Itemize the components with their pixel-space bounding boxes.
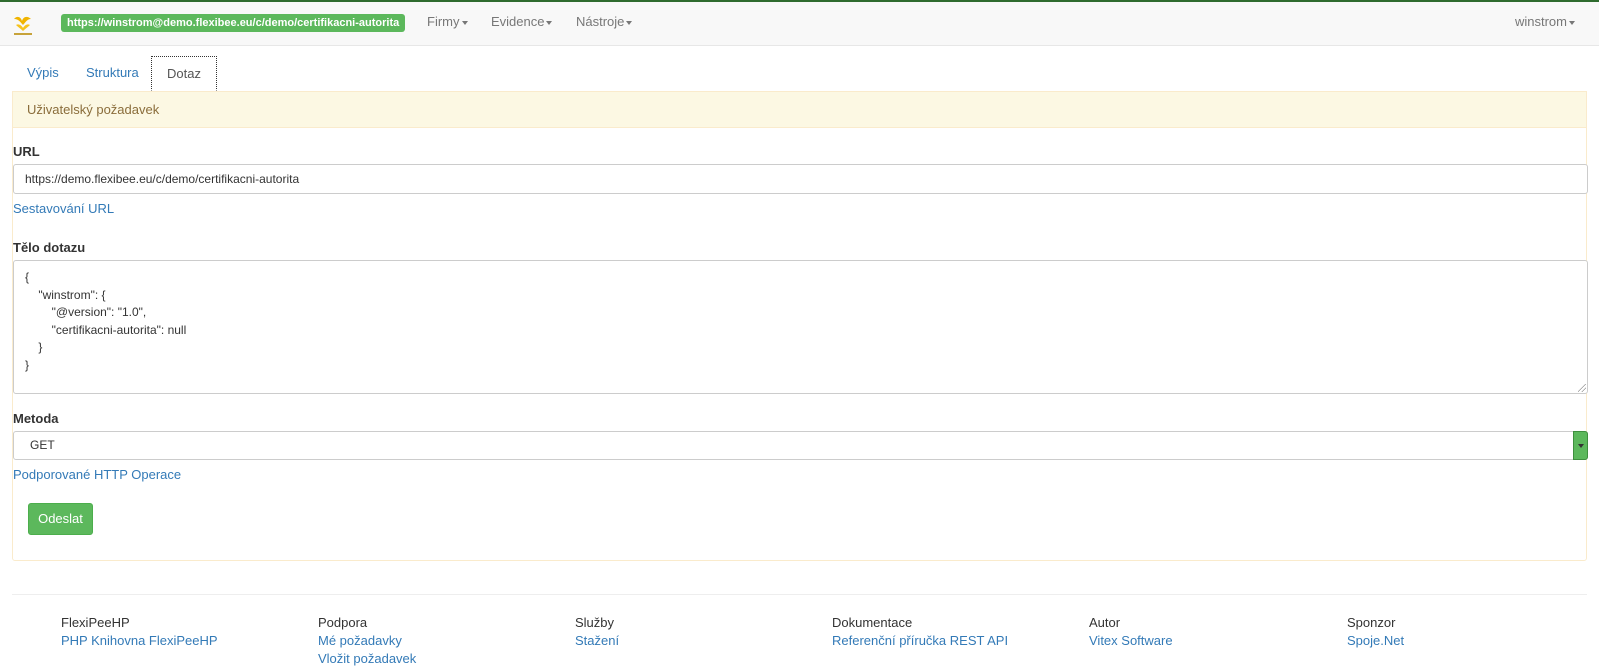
body-label: Tělo dotazu	[13, 240, 86, 255]
nav-menu-label: Firmy	[427, 14, 460, 29]
nav-menu-label: Evidence	[491, 14, 545, 29]
footer-link[interactable]: Stažení	[575, 632, 825, 650]
footer-column-dokumentace: Dokumentace Referenční příručka REST API	[832, 614, 1082, 650]
footer-column-podpora: Podpora Mé požadavky Vložit požadavek	[318, 614, 568, 668]
footer-column-sponzor: Sponzor Spoje.Net	[1347, 614, 1597, 650]
nav-menu-label: Nástroje	[576, 14, 625, 29]
user-name: winstrom	[1514, 14, 1567, 29]
footer-link[interactable]: PHP Knihovna FlexiPeeHP	[61, 632, 311, 650]
footer-heading: FlexiPeeHP	[61, 615, 130, 630]
http-operations-link[interactable]: Podporované HTTP Operace	[13, 467, 181, 482]
caret-down-icon	[626, 20, 633, 25]
caret-down-icon	[1569, 20, 1575, 25]
url-builder-link[interactable]: Sestavování URL	[13, 201, 114, 216]
footer-link[interactable]: Spoje.Net	[1347, 632, 1597, 650]
request-panel: Uživatelský požadavek URL Sestavování UR…	[12, 91, 1588, 561]
tab-dotaz[interactable]: Dotaz	[151, 56, 217, 91]
footer-column-flexipeehp: FlexiPeeHP PHP Knihovna FlexiPeeHP	[61, 614, 311, 650]
footer-link[interactable]: Referenční příručka REST API	[832, 632, 1082, 650]
dropdown-arrow-icon[interactable]	[1573, 431, 1588, 460]
body-textarea[interactable]: { "winstrom": { "@version": "1.0", "cert…	[13, 260, 1588, 394]
footer-heading: Sponzor	[1347, 615, 1396, 630]
top-navbar: https://winstrom@demo.flexibee.eu/c/demo…	[0, 0, 1599, 46]
footer-link[interactable]: Vitex Software	[1089, 632, 1339, 650]
method-selected-value: GET	[30, 438, 55, 452]
footer-heading: Podpora	[318, 615, 368, 630]
method-label: Metoda	[13, 411, 59, 426]
tab-vypis[interactable]: Výpis	[12, 56, 74, 91]
url-label: URL	[13, 144, 40, 159]
company-url-badge[interactable]: https://winstrom@demo.flexibee.eu/c/demo…	[61, 14, 406, 32]
caret-down-icon	[461, 20, 468, 25]
nav-menu-firmy[interactable]: Firmy	[427, 2, 468, 46]
footer-link[interactable]: Mé požadavky	[318, 632, 568, 650]
url-input[interactable]	[13, 164, 1588, 194]
flexipeehp-logo-icon[interactable]	[11, 13, 35, 37]
nav-menu-evidence[interactable]: Evidence	[491, 2, 553, 46]
method-select[interactable]: GET	[13, 431, 1588, 460]
resize-handle-icon[interactable]	[1578, 384, 1586, 392]
footer-column-autor: Autor Vitex Software	[1089, 614, 1339, 650]
body-textarea-wrapper: { "winstrom": { "@version": "1.0", "cert…	[13, 260, 1588, 394]
submit-button[interactable]: Odeslat	[28, 503, 93, 535]
footer-heading: Autor	[1089, 615, 1121, 630]
caret-down-icon	[546, 20, 553, 25]
user-menu[interactable]: winstrom	[1515, 2, 1575, 42]
footer-heading: Dokumentace	[832, 615, 913, 630]
footer-divider	[12, 594, 1587, 595]
panel-heading: Uživatelský požadavek	[13, 92, 1586, 128]
footer-column-sluzby: Služby Stažení	[575, 614, 825, 650]
footer-link[interactable]: Vložit požadavek	[318, 650, 568, 668]
tab-struktura[interactable]: Struktura	[71, 56, 154, 91]
footer-heading: Služby	[575, 615, 615, 630]
nav-menu-nastroje[interactable]: Nástroje	[576, 2, 633, 46]
